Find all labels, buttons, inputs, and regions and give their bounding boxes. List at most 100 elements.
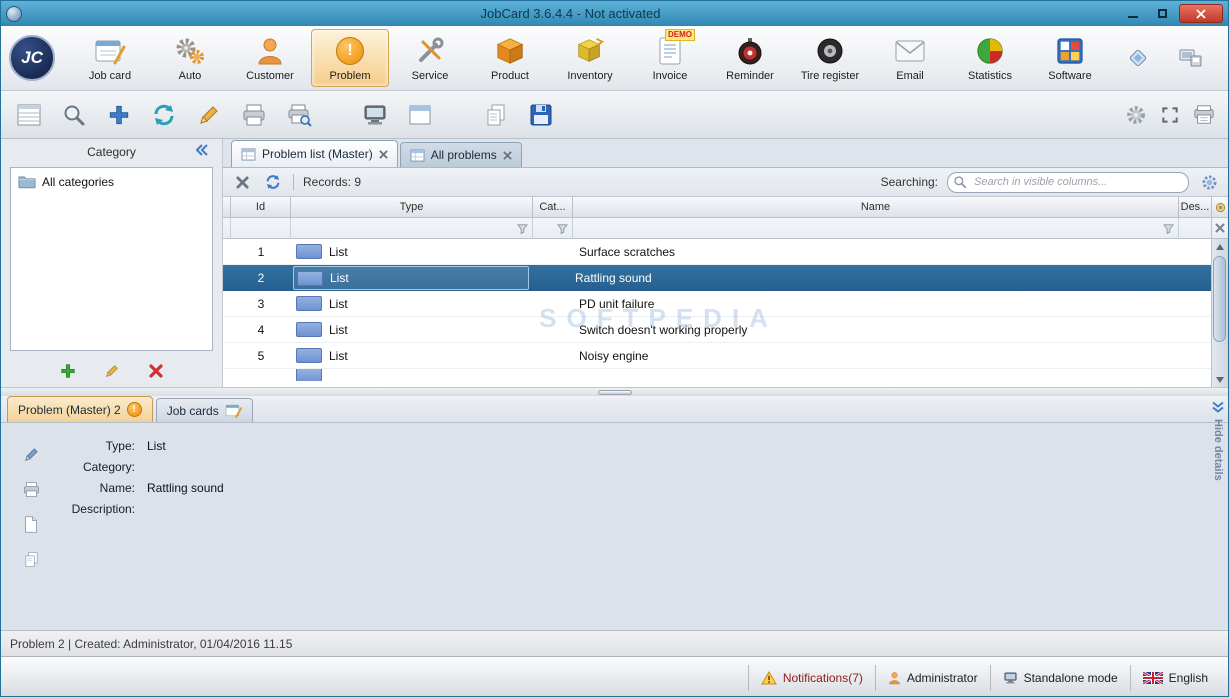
delete-category-button[interactable] — [145, 360, 167, 382]
toolbar-button-invoice[interactable]: DEMO Invoice — [631, 28, 709, 87]
toolbar-button-product[interactable]: Product — [471, 29, 549, 87]
view-list-icon — [17, 104, 41, 125]
view-list-button[interactable] — [11, 97, 47, 133]
close-view-button[interactable] — [231, 171, 253, 193]
print-detail-button[interactable] — [20, 478, 42, 500]
connection-mode[interactable]: Standalone mode — [989, 664, 1130, 691]
filter-type[interactable] — [291, 218, 533, 239]
language-selector[interactable]: English — [1129, 664, 1220, 691]
filter-cat[interactable] — [533, 218, 573, 239]
toolbar-button-inventory[interactable]: Inventory — [551, 29, 629, 87]
close-tab-icon[interactable] — [502, 150, 512, 160]
list-toolbar: Records: 9 Searching: — [223, 167, 1228, 197]
new-window-button[interactable] — [402, 97, 438, 133]
minimize-button[interactable] — [1119, 4, 1146, 23]
new-document-button[interactable] — [20, 513, 42, 535]
filter-name[interactable] — [573, 218, 1179, 239]
sync-button[interactable] — [146, 97, 182, 133]
search-button[interactable] — [56, 97, 92, 133]
toolbar-button-auto[interactable]: Auto — [151, 29, 229, 87]
license-button[interactable] — [1120, 40, 1156, 76]
edit-record-button[interactable] — [191, 97, 227, 133]
cell-id: 4 — [257, 322, 265, 337]
toolbar-button-statistics[interactable]: Statistics — [951, 29, 1029, 87]
details-splitter[interactable] — [1, 387, 1228, 396]
column-header-id[interactable]: Id — [231, 197, 291, 218]
copy-icon — [487, 104, 505, 125]
cell-type: List — [291, 239, 533, 264]
tab-problem-list-master[interactable]: Problem list (Master) — [231, 140, 398, 167]
details-action-bar — [9, 439, 53, 570]
clear-filter-button[interactable] — [1212, 218, 1228, 239]
maximize-button[interactable] — [1149, 4, 1176, 23]
notifications-button[interactable]: Notifications(7) — [747, 664, 875, 691]
edit-detail-button[interactable] — [20, 443, 42, 465]
search-input[interactable] — [947, 171, 1189, 193]
table-row[interactable]: 4 List Switch doesn't working properly — [223, 317, 1211, 343]
current-user[interactable]: Administrator — [874, 664, 990, 691]
hardware-button[interactable] — [1172, 40, 1208, 76]
column-header-cat[interactable]: Cat... — [533, 197, 573, 218]
printer-device-icon — [1179, 49, 1202, 67]
column-header-name[interactable]: Name — [573, 197, 1179, 218]
table-row[interactable]: 1 List Surface scratches — [223, 239, 1211, 265]
column-header-type[interactable]: Type — [291, 197, 533, 218]
scroll-up-button[interactable] — [1212, 239, 1228, 254]
secondary-toolbar — [1, 91, 1228, 139]
hide-details-button[interactable]: Hide details — [1209, 400, 1227, 481]
close-tab-icon[interactable] — [378, 149, 388, 159]
tab-problem-master-2[interactable]: Problem (Master) 2 ! — [7, 396, 153, 422]
add-record-button[interactable] — [101, 97, 137, 133]
copy-detail-button[interactable] — [20, 548, 42, 570]
job-card-icon — [94, 35, 126, 67]
pencil-icon — [200, 105, 218, 124]
table-row[interactable]: 5 List Noisy engine — [223, 343, 1211, 369]
app-logo[interactable]: JC — [9, 35, 55, 81]
print-button[interactable] — [236, 97, 272, 133]
reminder-icon — [735, 35, 765, 67]
demo-badge: DEMO — [665, 28, 695, 41]
tab-job-cards[interactable]: Job cards — [155, 398, 253, 422]
toolbar-button-software[interactable]: Software — [1031, 29, 1109, 87]
cell-id: 2 — [257, 271, 265, 285]
fullscreen-button[interactable] — [1156, 101, 1184, 129]
grid-customize-button[interactable] — [1212, 197, 1228, 218]
toolbar-button-job-card[interactable]: Job card — [71, 29, 149, 87]
close-button[interactable] — [1179, 4, 1223, 23]
type-color-swatch — [296, 369, 322, 381]
copy-button[interactable] — [478, 97, 514, 133]
column-options-button[interactable] — [1198, 171, 1220, 193]
toolbar-button-tire-register[interactable]: Tire register — [791, 29, 869, 87]
terminal-button[interactable] — [357, 97, 393, 133]
table-row[interactable]: 3 List PD unit failure — [223, 291, 1211, 317]
toolbar-button-reminder[interactable]: Reminder — [711, 29, 789, 87]
toolbar-button-email[interactable]: Email — [871, 29, 949, 87]
settings-button[interactable] — [1122, 101, 1150, 129]
filter-des[interactable] — [1179, 218, 1211, 239]
save-button[interactable] — [523, 97, 559, 133]
scrollbar-thumb[interactable] — [1213, 256, 1226, 342]
print-preview-button[interactable] — [281, 97, 317, 133]
collapse-sidebar-button[interactable] — [194, 143, 210, 160]
table-row-partial[interactable] — [223, 369, 1211, 381]
add-category-button[interactable] — [57, 360, 79, 382]
edit-category-button[interactable] — [101, 360, 123, 382]
toolbar-button-problem[interactable]: ! Problem — [311, 29, 389, 87]
refresh-button[interactable] — [262, 171, 284, 193]
category-item-all[interactable]: All categories — [16, 173, 207, 190]
scrollbar-track[interactable] — [1212, 254, 1228, 372]
page-layout-button[interactable] — [1190, 101, 1218, 129]
toolbar-button-customer[interactable]: Customer — [231, 29, 309, 87]
scroll-down-button[interactable] — [1212, 372, 1228, 387]
notifications-label: Notifications(7) — [782, 670, 863, 685]
filter-id[interactable] — [231, 218, 291, 239]
column-header-des[interactable]: Des... — [1179, 197, 1211, 218]
table-row-selected[interactable]: 2 List Rattling sound — [223, 265, 1211, 291]
tab-label: All problems — [430, 148, 497, 162]
records-count: Records: 9 — [303, 175, 362, 189]
tab-all-problems[interactable]: All problems — [399, 142, 522, 167]
close-icon — [1196, 8, 1206, 19]
toolbar-button-label: Job card — [88, 69, 132, 82]
toolbar-button-service[interactable]: Service — [391, 29, 469, 87]
category-list: All categories — [10, 167, 213, 351]
